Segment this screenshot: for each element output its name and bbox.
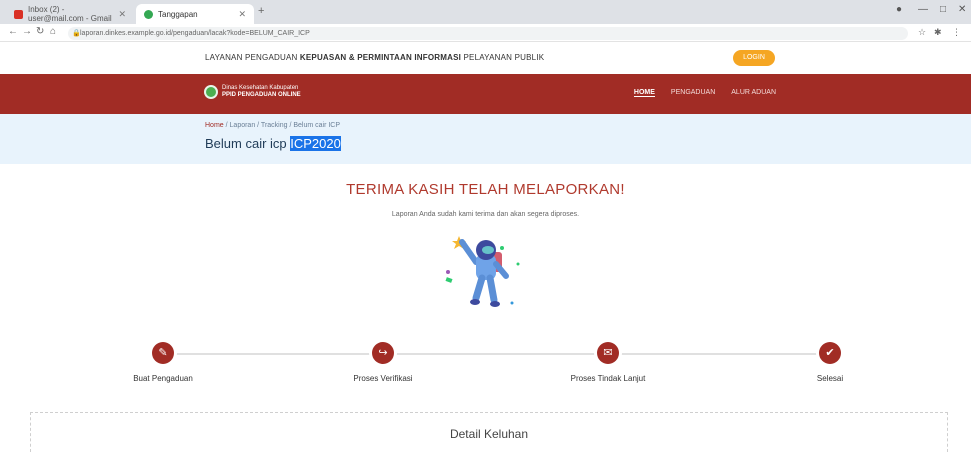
profile-icon[interactable]: ● [896,4,902,15]
close-icon[interactable]: ✕ [238,9,246,20]
page-title: Belum cair icp ICP2020 [205,136,341,151]
menu-dots-icon[interactable]: ⋮ [952,27,961,38]
step-proses-verifikasi: ↪ Proses Verifikasi [308,342,458,383]
logo-line2: PPID PENGADUAN ONLINE [222,92,301,98]
extension-icon[interactable]: ✱ [934,27,942,38]
step-selesai: ✔ Selesai [755,342,905,383]
maximize-icon[interactable]: □ [940,4,946,15]
info-text-part: PELAYANAN PUBLIK [463,53,545,62]
check-icon: ✔ [819,342,841,364]
nav-item-alur-aduan[interactable]: ALUR ADUAN [731,89,776,97]
breadcrumb: Home / Laporan / Tracking / Belum cair I… [205,122,340,129]
address-bar: ← → ↻ ⌂ 🔒 laporan.dinkes.example.go.id/p… [0,24,971,42]
step-proses-tindak-lanjut: ✉ Proses Tindak Lanjut [533,342,683,383]
pencil-icon: ✎ [152,342,174,364]
site-favicon-icon [144,9,153,19]
close-icon[interactable]: ✕ [118,9,126,20]
browser-tabstrip: Inbox (2) - user@mail.com - Gmail ✕ Tang… [0,0,971,24]
step-label: Proses Verifikasi [353,374,413,383]
tab-title: Tanggapan [158,9,198,19]
step-label: Buat Pengaduan [133,374,193,383]
back-icon[interactable]: ← [8,26,18,37]
thanks-subtitle: Laporan Anda sudah kami terima dan akan … [391,211,580,218]
progress-line [160,353,832,355]
share-icon: ↪ [372,342,394,364]
thanks-heading: TERIMA KASIH TELAH MELAPORKAN! [346,181,625,198]
chat-icon: ✉ [597,342,619,364]
page-title-selected-text: ICP2020 [290,136,341,151]
info-text-part: LAYANAN PENGADUAN [205,53,298,62]
login-button[interactable]: LOGIN [733,50,775,66]
page-title-text: Belum cair icp [205,136,291,151]
detail-panel: Detail Keluhan [30,412,948,452]
new-tab-button[interactable]: + [258,5,264,17]
top-info-bar: LAYANAN PENGADUAN KEPUASAN & PERMINTAAN … [0,42,971,74]
title-band: Home / Laporan / Tracking / Belum cair I… [0,114,971,164]
url-text: laporan.dinkes.example.go.id/pengaduan/l… [80,30,310,37]
close-window-icon[interactable]: ✕ [958,4,966,15]
step-label: Selesai [816,374,844,383]
astronaut-illustration [445,236,520,307]
main-navbar: Dinas Kesehatan Kabupaten PPID PENGADUAN… [0,74,971,114]
url-field[interactable]: 🔒 laporan.dinkes.example.go.id/pengaduan… [68,27,908,40]
browser-tab-active[interactable]: Tanggapan ✕ [136,4,254,24]
logo-emblem-icon [204,85,218,99]
info-text: LAYANAN PENGADUAN KEPUASAN & PERMINTAAN … [205,53,544,62]
breadcrumb-path: / Laporan / Tracking / Belum cair ICP [225,122,341,129]
step-buat-pengaduan: ✎ Buat Pengaduan [88,342,238,383]
minimize-icon[interactable]: — [918,4,928,15]
nav-item-home[interactable]: HOME [633,89,655,97]
detail-title: Detail Keluhan [449,427,529,441]
breadcrumb-home[interactable]: Home [205,122,224,129]
lock-icon: 🔒 [72,30,81,37]
browser-tab-gmail[interactable]: Inbox (2) - user@mail.com - Gmail ✕ [6,4,134,24]
site-logo[interactable]: Dinas Kesehatan Kabupaten PPID PENGADUAN… [204,85,301,99]
step-label: Proses Tindak Lanjut [570,374,646,383]
nav-item-pengaduan[interactable]: PENGADUAN [671,89,715,97]
logo-line1: Dinas Kesehatan Kabupaten [222,85,299,91]
forward-icon[interactable]: → [22,26,32,37]
bookmark-star-icon[interactable]: ☆ [918,27,926,38]
tab-title: Inbox (2) - user@mail.com - Gmail [28,5,112,23]
info-text-bold: KEPUASAN & PERMINTAAN INFORMASI [299,53,462,62]
home-icon[interactable]: ⌂ [50,26,56,37]
nav-menu: HOME PENGADUAN ALUR ADUAN [633,89,776,97]
gmail-icon [14,9,23,19]
reload-icon[interactable]: ↻ [36,26,44,37]
